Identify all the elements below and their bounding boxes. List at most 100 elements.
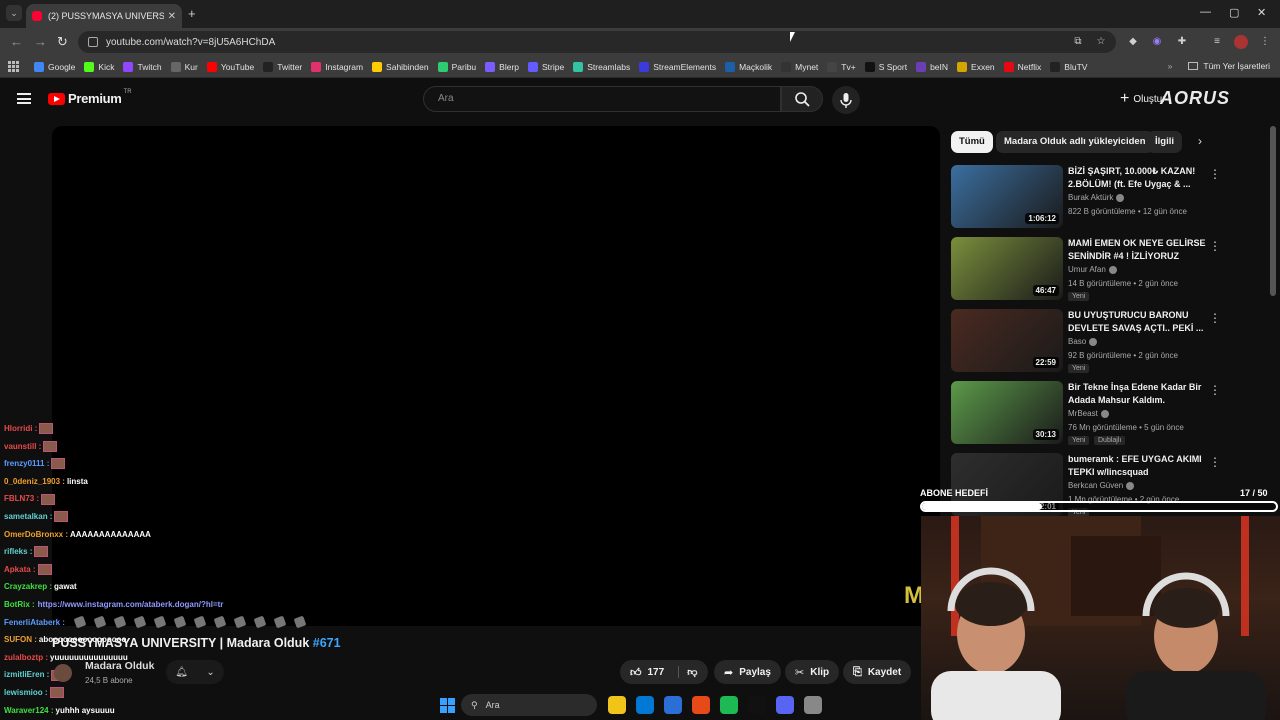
active-tab[interactable]: (2) PUSSYMASYA UNIVERSITY | ✕ <box>26 4 182 28</box>
bookmark-youtube[interactable]: YouTube <box>206 61 254 72</box>
bookmark-paribu[interactable]: Paribu <box>437 61 476 72</box>
minimize-icon[interactable]: — <box>1200 6 1211 18</box>
tab-groups-icon[interactable]: ≡ <box>1210 35 1224 49</box>
recommendation-item[interactable]: 22:59 BU UYUŞTURUCU BARONU DEVLETE SAVAŞ … <box>951 309 1261 375</box>
close-window-icon[interactable]: ✕ <box>1257 6 1266 19</box>
bookmark-blerp[interactable]: Blerp <box>485 61 519 72</box>
site-info-icon[interactable] <box>88 37 98 47</box>
search-input[interactable]: Ara <box>423 86 781 112</box>
more-options-icon[interactable]: ⋮ <box>1209 383 1221 397</box>
recommendation-title[interactable]: MAMİ EMEN OK NEYE GELİRSE SENİNDİR #4 ! … <box>1068 237 1208 262</box>
taskbar-app-icon[interactable] <box>636 696 654 714</box>
bookmark-twitter[interactable]: Twitter <box>263 61 302 72</box>
video-thumbnail[interactable]: 46:47 <box>951 237 1063 300</box>
taskbar-app-icon[interactable] <box>608 696 626 714</box>
recommendation-title[interactable]: Bir Tekne İnşa Edene Kadar Bir Adada Mah… <box>1068 381 1208 406</box>
more-options-icon[interactable]: ⋮ <box>1209 455 1221 469</box>
more-options-icon[interactable]: ⋮ <box>1209 167 1221 181</box>
recommendation-channel[interactable]: Berkcan Güven <box>1068 481 1135 490</box>
video-title-hashtag[interactable]: #671 <box>313 636 341 650</box>
taskbar-app-icon[interactable] <box>664 696 682 714</box>
recommendation-item[interactable]: 1:06:12 BİZİ ŞAŞIRT, 10.000₺ KAZAN! 2.BÖL… <box>951 165 1261 231</box>
clip-button[interactable]: ✂ Klip <box>785 660 840 684</box>
tab-close-icon[interactable]: ✕ <box>168 11 176 22</box>
bookmark-ma-kolik[interactable]: Maçkolik <box>725 61 772 72</box>
scrollbar[interactable] <box>1270 126 1276 296</box>
all-bookmarks[interactable]: » Tüm Yer İşaretleri <box>1168 61 1270 71</box>
recommendation-channel[interactable]: MrBeast <box>1068 409 1109 418</box>
save-button[interactable]: ⎘ Kaydet <box>843 660 912 684</box>
bookmark-s-sport[interactable]: S Sport <box>864 61 907 72</box>
chip-related[interactable]: İlgili <box>1147 131 1182 153</box>
dislike-icon[interactable]: 👎︎ <box>678 666 697 678</box>
more-options-icon[interactable]: ⋮ <box>1209 311 1221 325</box>
apps-grid-icon[interactable] <box>8 60 20 73</box>
create-button[interactable]: + Oluştur <box>1120 90 1166 108</box>
extension-icon[interactable]: ◆ <box>1126 35 1140 49</box>
more-options-icon[interactable]: ⋮ <box>1209 239 1221 253</box>
reload-icon[interactable]: ↻ <box>57 34 68 50</box>
taskbar-app-icon[interactable] <box>804 696 822 714</box>
recommendation-item[interactable]: 46:47 MAMİ EMEN OK NEYE GELİRSE SENİNDİR … <box>951 237 1261 303</box>
windows-start-icon[interactable] <box>440 697 455 713</box>
bookmark-exxen[interactable]: Exxen <box>957 61 995 72</box>
bookmark-bein[interactable]: beIN <box>916 61 948 72</box>
recommendation-title[interactable]: bumeramk : EFE UYGAC AKIMI TEPKI w/lincs… <box>1068 453 1208 478</box>
menu-dots-icon[interactable]: ⋮ <box>1258 35 1272 49</box>
recommendation-title[interactable]: BU UYUŞTURUCU BARONU DEVLETE SAVAŞ AÇTI.… <box>1068 309 1208 334</box>
notification-bell-button[interactable]: 🔔︎ ⌄ <box>166 660 224 684</box>
like-icon[interactable]: 👍︎ <box>630 666 642 679</box>
maximize-icon[interactable]: ▢ <box>1229 6 1239 19</box>
bookmark-kur[interactable]: Kur <box>170 61 198 72</box>
video-thumbnail[interactable]: 30:13 <box>951 381 1063 444</box>
install-icon[interactable]: ⧉ <box>1071 35 1085 49</box>
chip-all[interactable]: Tümü <box>951 131 993 153</box>
share-button[interactable]: ➦ Paylaş <box>714 660 781 684</box>
video-thumbnail[interactable]: 22:59 <box>951 309 1063 372</box>
chip-from-uploader[interactable]: Madara Olduk adlı yükleyiciden <box>996 131 1154 153</box>
channel-name[interactable]: Madara Olduk <box>85 660 154 672</box>
chat-link[interactable]: https://www.instagram.com/ataberk.dogan/… <box>38 596 224 614</box>
recommendation-channel[interactable]: Burak Aktürk <box>1068 193 1125 202</box>
extension-2-icon[interactable]: ◉ <box>1150 35 1164 49</box>
extensions-puzzle-icon[interactable]: ✚ <box>1175 35 1189 49</box>
bookmark-streamelements[interactable]: StreamElements <box>639 61 716 72</box>
recommendation-title[interactable]: BİZİ ŞAŞIRT, 10.000₺ KAZAN! 2.BÖLÜM! (ft… <box>1068 165 1208 190</box>
recommendation-item[interactable]: 30:13 Bir Tekne İnşa Edene Kadar Bir Adad… <box>951 381 1261 447</box>
taskbar-app-icon[interactable] <box>748 696 766 714</box>
forward-icon[interactable]: → <box>34 34 47 49</box>
bookmark-tv-[interactable]: Tv+ <box>827 61 856 72</box>
verified-icon <box>1108 265 1117 274</box>
address-bar[interactable]: youtube.com/watch?v=8jU5A6HChDA <box>78 31 1116 53</box>
recommendation-channel[interactable]: Baso <box>1068 337 1098 346</box>
bookmark-streamlabs[interactable]: Streamlabs <box>573 61 630 72</box>
taskbar-search[interactable]: ⚲ Ara <box>461 694 597 716</box>
bookmark-sahibinden[interactable]: Sahibinden <box>372 61 429 72</box>
chevron-right-icon[interactable]: › <box>1198 134 1202 148</box>
taskbar-app-icon[interactable] <box>692 696 710 714</box>
bookmark-blutv[interactable]: BluTV <box>1050 61 1087 72</box>
recommendation-channel[interactable]: Umur Afan <box>1068 265 1117 274</box>
more-bookmarks-icon[interactable]: » <box>1168 61 1173 71</box>
bookmark-instagram[interactable]: Instagram <box>311 61 363 72</box>
new-tab-icon[interactable]: + <box>188 6 196 21</box>
bookmark-google[interactable]: Google <box>34 61 75 72</box>
voice-search-button[interactable] <box>832 86 860 114</box>
taskbar-app-icon[interactable] <box>720 696 738 714</box>
video-thumbnail[interactable]: 1:06:12 <box>951 165 1063 228</box>
bookmark-twitch[interactable]: Twitch <box>123 61 162 72</box>
menu-icon[interactable] <box>17 93 31 104</box>
like-count[interactable]: 177 <box>648 667 665 678</box>
bookmark-mynet[interactable]: Mynet <box>781 61 818 72</box>
profile-avatar-icon[interactable] <box>1234 35 1248 49</box>
back-icon[interactable]: ← <box>10 34 23 49</box>
search-button[interactable] <box>781 86 823 112</box>
bookmark-kick[interactable]: Kick <box>84 61 114 72</box>
bookmark-star-icon[interactable]: ☆ <box>1094 35 1108 49</box>
youtube-logo[interactable]: Premium TR <box>48 89 132 106</box>
tab-search-icon[interactable]: ⌄ <box>6 5 22 21</box>
taskbar-app-icon[interactable] <box>776 696 794 714</box>
channel-avatar[interactable] <box>54 664 72 682</box>
bookmark-netflix[interactable]: Netflix <box>1003 61 1041 72</box>
bookmark-stripe[interactable]: Stripe <box>528 61 564 72</box>
